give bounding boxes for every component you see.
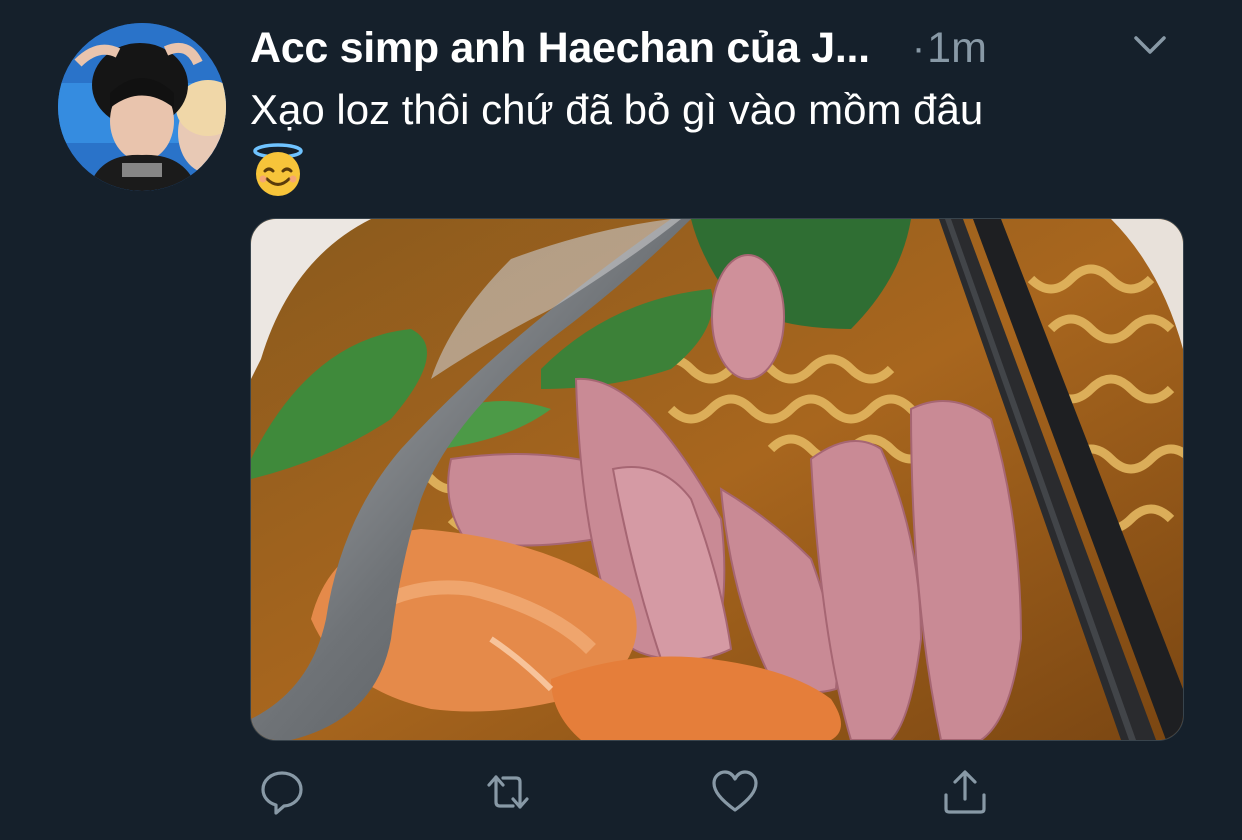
avatar-image bbox=[58, 23, 226, 191]
share-button[interactable] bbox=[937, 764, 993, 820]
share-icon bbox=[944, 770, 986, 814]
author-display-name[interactable]: Acc simp anh Haechan của J... bbox=[250, 24, 870, 73]
reply-button[interactable] bbox=[254, 764, 310, 820]
tweet-header: Acc simp anh Haechan của J... · 1m bbox=[250, 22, 1182, 74]
noodle-soup-photo bbox=[251, 219, 1183, 740]
timestamp[interactable]: 1m bbox=[927, 24, 987, 73]
tweet-photo[interactable] bbox=[250, 218, 1184, 741]
chevron-down-icon[interactable] bbox=[1130, 30, 1170, 60]
reply-icon bbox=[261, 771, 303, 815]
like-button[interactable] bbox=[707, 764, 763, 820]
retweet-button[interactable] bbox=[480, 764, 536, 820]
smiling-face-with-halo-emoji bbox=[253, 143, 303, 196]
retweet-icon bbox=[487, 775, 529, 809]
avatar[interactable] bbox=[58, 23, 226, 191]
tweet-body: Xạo loz thôi chứ đã bỏ gì vào mồm đâu bbox=[250, 86, 984, 133]
tweet-text: Xạo loz thôi chứ đã bỏ gì vào mồm đâu bbox=[250, 82, 1180, 198]
tweet[interactable]: Acc simp anh Haechan của J... · 1m Xạo l… bbox=[0, 0, 1242, 840]
tweet-actions bbox=[250, 764, 1182, 820]
heart-icon bbox=[712, 770, 758, 812]
time-separator: · bbox=[911, 25, 926, 70]
